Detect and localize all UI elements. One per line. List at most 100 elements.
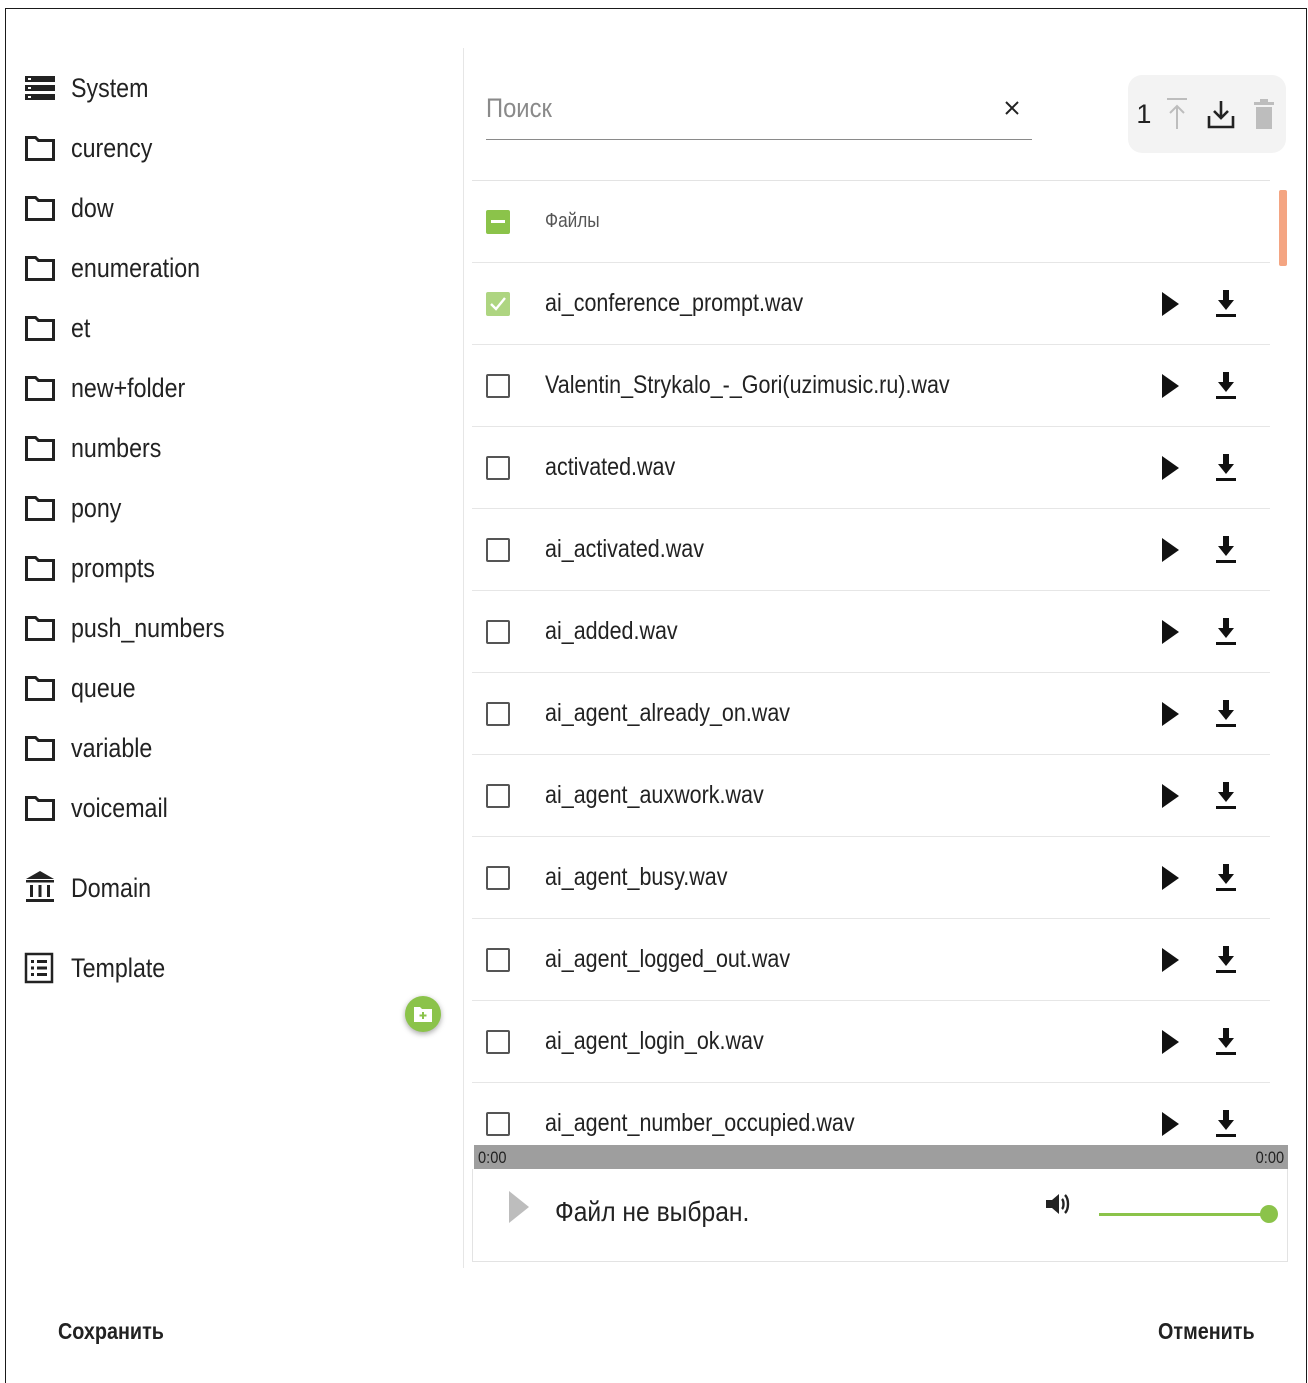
volume-button[interactable] xyxy=(1043,1189,1075,1221)
sidebar-item-label: Domain xyxy=(71,872,152,903)
play-file-button[interactable] xyxy=(1156,782,1184,810)
file-row[interactable]: ai_activated.wav xyxy=(472,509,1270,591)
sidebar-item-curency[interactable]: curency xyxy=(24,118,444,178)
download-file-button[interactable] xyxy=(1212,371,1240,401)
save-button[interactable]: Сохранить xyxy=(58,1318,164,1345)
download-file-button[interactable] xyxy=(1212,1027,1240,1057)
sidebar-item-system[interactable]: System xyxy=(24,58,444,118)
sidebar-item-label: dow xyxy=(71,192,114,223)
play-file-button[interactable] xyxy=(1156,1028,1184,1056)
file-checkbox[interactable] xyxy=(486,373,510,398)
volume-slider-handle[interactable] xyxy=(1260,1205,1278,1223)
file-checkbox[interactable] xyxy=(486,455,510,480)
file-row[interactable]: ai_agent_logged_out.wav xyxy=(472,919,1270,1001)
folder-icon xyxy=(24,132,56,164)
sidebar-item-dow[interactable]: dow xyxy=(24,178,444,238)
sidebar-item-push-numbers[interactable]: push_numbers xyxy=(24,598,444,658)
play-icon xyxy=(509,1191,529,1223)
sidebar-item-label: prompts xyxy=(71,552,155,583)
download-file-button[interactable] xyxy=(1212,1109,1240,1139)
sidebar-item-enumeration[interactable]: enumeration xyxy=(24,238,444,298)
play-file-button[interactable] xyxy=(1156,454,1184,482)
download-icon xyxy=(1216,289,1236,317)
play-icon xyxy=(1162,1029,1179,1054)
play-file-button[interactable] xyxy=(1156,946,1184,974)
play-file-button[interactable] xyxy=(1156,864,1184,892)
play-icon xyxy=(1162,1111,1179,1136)
sidebar-item-template[interactable]: Template xyxy=(24,938,444,998)
sidebar-item-voicemail[interactable]: voicemail xyxy=(24,778,444,838)
file-row[interactable]: activated.wav xyxy=(472,427,1270,509)
list-icon xyxy=(24,952,56,984)
file-row[interactable]: ai_agent_number_occupied.wav xyxy=(472,1083,1270,1146)
file-row[interactable]: ai_agent_login_ok.wav xyxy=(472,1001,1270,1083)
file-checkbox[interactable] xyxy=(486,947,510,972)
file-name: ai_agent_number_occupied.wav xyxy=(545,1109,855,1137)
download-file-button[interactable] xyxy=(1212,289,1240,319)
file-checkbox[interactable] xyxy=(486,1029,510,1054)
folder-icon xyxy=(24,312,56,344)
player-play-button[interactable] xyxy=(507,1189,537,1229)
sidebar-item-label: pony xyxy=(71,492,122,523)
download-file-button[interactable] xyxy=(1212,617,1240,647)
download-file-button[interactable] xyxy=(1212,535,1240,565)
sidebar-item-domain[interactable]: Domain xyxy=(24,858,444,918)
play-file-button[interactable] xyxy=(1156,1110,1184,1138)
total-time: 0:00 xyxy=(1255,1148,1284,1167)
play-file-button[interactable] xyxy=(1156,700,1184,728)
download-icon xyxy=(1216,863,1236,891)
sidebar-item-et[interactable]: et xyxy=(24,298,444,358)
file-checkbox[interactable] xyxy=(486,537,510,562)
sidebar-item-label: voicemail xyxy=(71,792,168,823)
delete-button[interactable] xyxy=(1243,92,1286,136)
search-input[interactable] xyxy=(486,80,909,136)
file-row[interactable]: ai_conference_prompt.wav xyxy=(472,263,1270,345)
play-file-button[interactable] xyxy=(1156,618,1184,646)
clear-search-button[interactable] xyxy=(998,94,1026,122)
download-icon xyxy=(1216,781,1236,809)
sidebar-item-variable[interactable]: variable xyxy=(24,718,444,778)
sidebar-item-label: et xyxy=(71,312,91,343)
download-file-button[interactable] xyxy=(1212,781,1240,811)
upload-button[interactable] xyxy=(1156,92,1199,136)
file-row[interactable]: Valentin_Strykalo_-_Gori(uzimusic.ru).wa… xyxy=(472,345,1270,427)
volume-slider[interactable] xyxy=(1099,1213,1269,1216)
file-checkbox[interactable] xyxy=(486,865,510,890)
file-row[interactable]: ai_agent_already_on.wav xyxy=(472,673,1270,755)
file-checkbox[interactable] xyxy=(486,619,510,644)
download-file-button[interactable] xyxy=(1212,699,1240,729)
sidebar-item-numbers[interactable]: numbers xyxy=(24,418,444,478)
play-file-button[interactable] xyxy=(1156,372,1184,400)
sidebar-item-pony[interactable]: pony xyxy=(24,478,444,538)
play-file-button[interactable] xyxy=(1156,536,1184,564)
download-file-button[interactable] xyxy=(1212,453,1240,483)
seek-bar[interactable]: 0:00 0:00 xyxy=(474,1145,1288,1169)
sidebar-divider xyxy=(463,48,464,1268)
file-checkbox[interactable] xyxy=(486,1111,510,1136)
download-icon xyxy=(1216,371,1236,399)
sidebar-item-label: numbers xyxy=(71,432,162,463)
file-row[interactable]: ai_agent_auxwork.wav xyxy=(472,755,1270,837)
play-file-button[interactable] xyxy=(1156,290,1184,318)
download-file-button[interactable] xyxy=(1212,863,1240,893)
add-folder-button[interactable] xyxy=(405,996,441,1032)
file-list-scrollbar[interactable] xyxy=(1279,190,1287,266)
file-checkbox[interactable] xyxy=(486,783,510,808)
sidebar-item-label: new+folder xyxy=(71,372,186,403)
file-row[interactable]: ai_added.wav xyxy=(472,591,1270,673)
sidebar-item-queue[interactable]: queue xyxy=(24,658,444,718)
download-selected-button[interactable] xyxy=(1199,92,1242,136)
cancel-button[interactable]: Отменить xyxy=(1158,1318,1255,1345)
file-row[interactable]: ai_agent_busy.wav xyxy=(472,837,1270,919)
file-checkbox[interactable] xyxy=(486,291,510,316)
sidebar-item-prompts[interactable]: prompts xyxy=(24,538,444,598)
play-icon xyxy=(1162,373,1179,398)
select-all-checkbox[interactable] xyxy=(486,209,510,234)
folder-icon xyxy=(24,432,56,464)
file-name: activated.wav xyxy=(545,453,676,481)
download-file-button[interactable] xyxy=(1212,945,1240,975)
sidebar-item-new-folder[interactable]: new+folder xyxy=(24,358,444,418)
file-checkbox[interactable] xyxy=(486,701,510,726)
search-field xyxy=(486,80,1032,140)
current-time: 0:00 xyxy=(478,1148,507,1167)
